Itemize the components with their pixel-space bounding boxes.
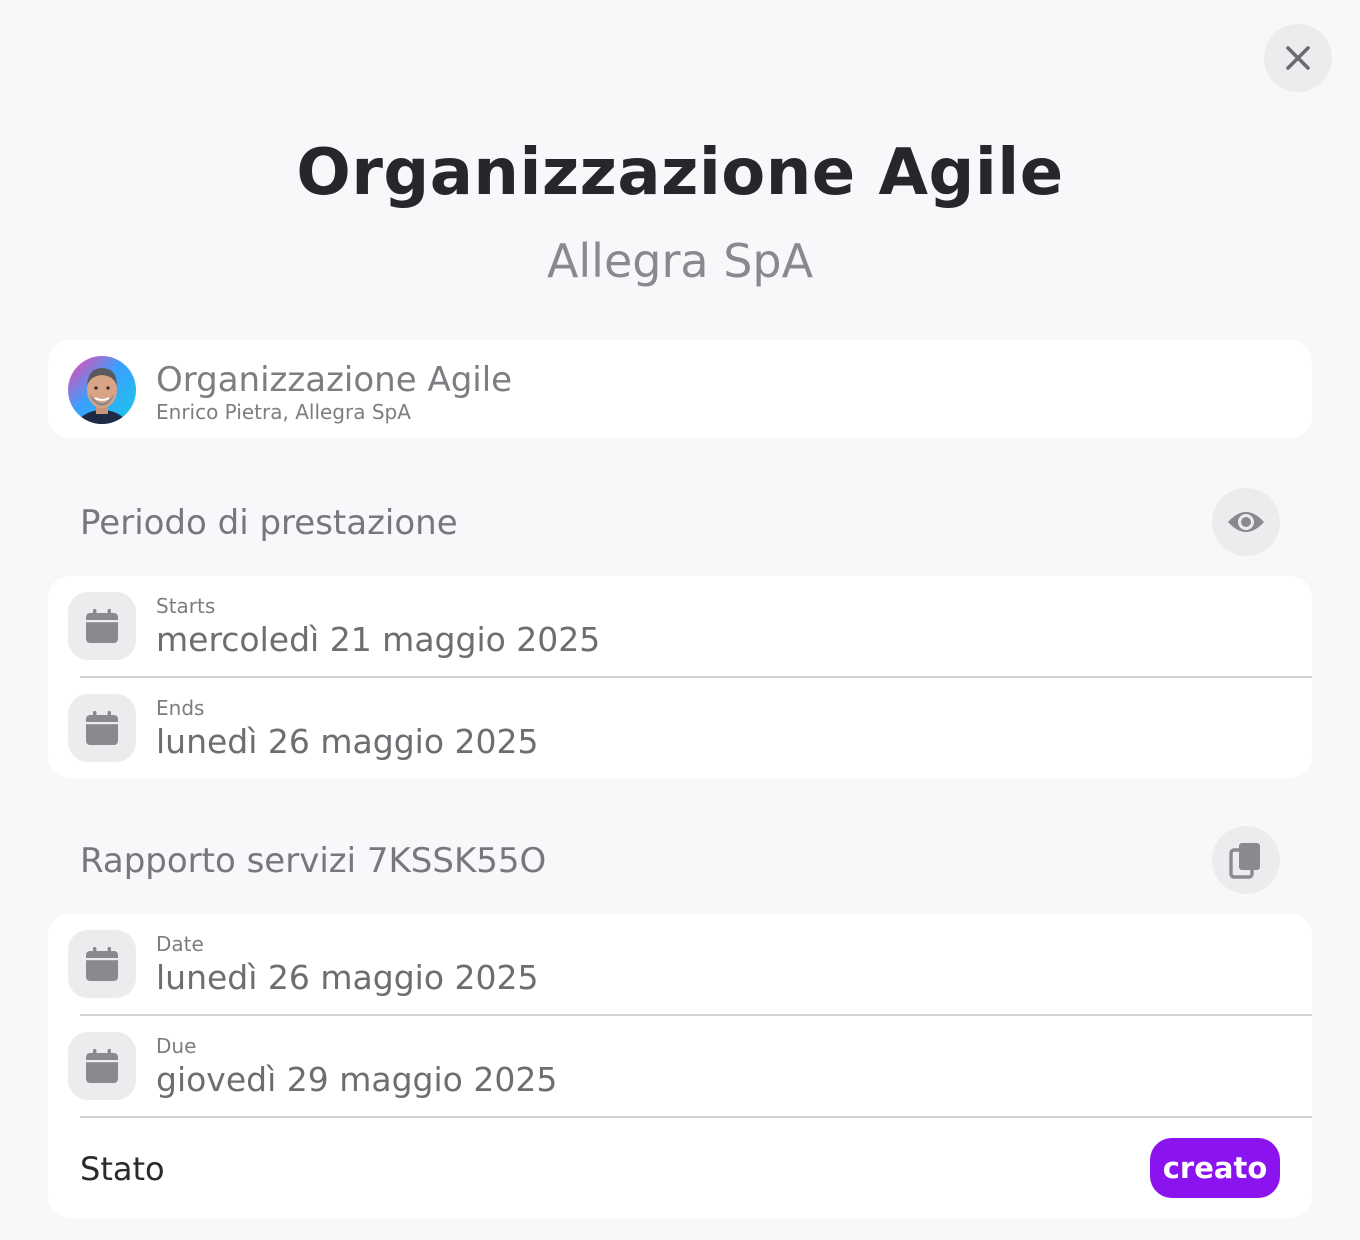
- calendar-icon: [68, 592, 136, 660]
- view-button[interactable]: [1212, 488, 1280, 556]
- rapporto-card: Date lunedì 26 maggio 2025 Due giovedì 2…: [48, 914, 1312, 1218]
- start-label: Starts: [156, 594, 216, 618]
- due-value: giovedì 29 maggio 2025: [156, 1060, 558, 1099]
- copy-icon: [1229, 843, 1260, 879]
- avatar: [68, 356, 136, 424]
- profile-name: Organizzazione Agile: [156, 360, 513, 400]
- page-title: Organizzazione Agile: [296, 136, 1064, 210]
- due-date-row[interactable]: Due giovedì 29 maggio 2025: [48, 1016, 1312, 1118]
- calendar-icon: [68, 694, 136, 762]
- status-label: Stato: [80, 1150, 165, 1188]
- end-label: Ends: [156, 696, 205, 720]
- close-button[interactable]: [1264, 24, 1332, 92]
- calendar-icon: [68, 1032, 136, 1100]
- status-badge[interactable]: creato: [1150, 1138, 1280, 1198]
- end-value: lunedì 26 maggio 2025: [156, 722, 539, 761]
- close-icon: [1286, 46, 1310, 70]
- start-value: mercoledì 21 maggio 2025: [156, 620, 601, 659]
- end-date-row[interactable]: Ends lunedì 26 maggio 2025: [48, 678, 1312, 780]
- report-date-label: Date: [156, 932, 204, 956]
- section-title-rapporto: Rapporto servizi 7KSSK55O: [80, 841, 547, 881]
- eye-icon: [1228, 512, 1264, 532]
- calendar-icon: [68, 930, 136, 998]
- copy-button[interactable]: [1212, 826, 1280, 894]
- profile-card[interactable]: Organizzazione Agile Enrico Pietra, Alle…: [48, 340, 1312, 438]
- report-modal: Organizzazione Agile Allegra SpA Organiz…: [0, 0, 1360, 1240]
- page-subtitle: Allegra SpA: [546, 234, 814, 288]
- periodo-card: Starts mercoledì 21 maggio 2025 Ends lun…: [48, 576, 1312, 778]
- row-divider: [80, 1116, 1312, 1118]
- profile-subtitle: Enrico Pietra, Allegra SpA: [156, 400, 411, 424]
- start-date-row[interactable]: Starts mercoledì 21 maggio 2025: [48, 576, 1312, 678]
- report-date-value: lunedì 26 maggio 2025: [156, 958, 539, 997]
- due-label: Due: [156, 1034, 197, 1058]
- report-date-row[interactable]: Date lunedì 26 maggio 2025: [48, 914, 1312, 1016]
- section-title-periodo: Periodo di prestazione: [80, 503, 458, 543]
